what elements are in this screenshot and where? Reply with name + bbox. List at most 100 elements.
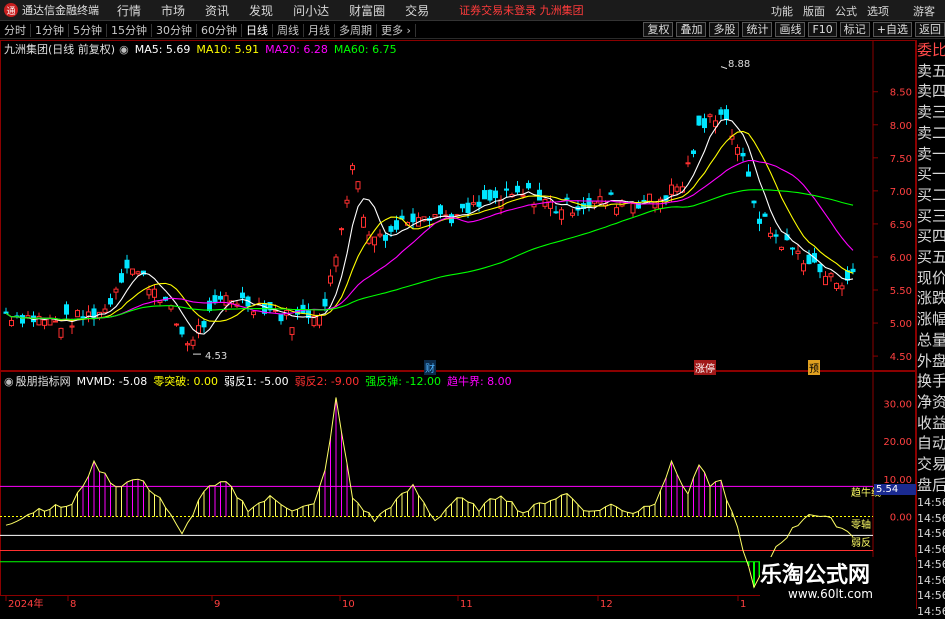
candle: [394, 220, 399, 230]
side-field-21: 盘后: [917, 475, 945, 494]
candle: [773, 234, 779, 237]
candle: [493, 190, 498, 199]
candle: [179, 326, 185, 335]
finance-marker[interactable]: 财: [424, 360, 436, 375]
high-price-label: 8.88: [728, 59, 751, 70]
candle: [691, 150, 696, 154]
side-field-10: 买五: [917, 248, 945, 267]
candle: [212, 295, 218, 304]
candle: [372, 236, 377, 246]
indicator-strong: 强反弹: -12.00: [365, 375, 441, 388]
candle: [135, 271, 141, 275]
trade-time-2: 14:56: [917, 527, 945, 541]
trade-time-3: 14:56: [917, 542, 945, 556]
stock-title[interactable]: 九洲集团(日线 前复权): [4, 41, 115, 57]
candle: [817, 263, 823, 273]
indicator-name[interactable]: 殷朋指标网: [16, 373, 71, 389]
candle: [515, 185, 520, 193]
candle: [190, 339, 196, 346]
indicator-axis-label: 0.00: [890, 513, 912, 524]
side-field-1: 卖五: [917, 61, 945, 80]
trade-time-6: 14:56: [917, 589, 945, 603]
weak-rebound-label: 弱反: [851, 538, 871, 549]
candle: [751, 200, 757, 204]
side-field-16: 换手: [917, 372, 945, 391]
candle: [669, 184, 674, 195]
price-axis-label: 5.50: [890, 286, 912, 297]
candle: [388, 226, 394, 232]
indicator-toggle-icon[interactable]: ◉: [4, 375, 14, 388]
side-field-6: 买一: [917, 165, 945, 184]
indicator-legend: ◉ 殷朋指标网 MVMD: -5.08 零突破: 0.00 弱反1: -5.00…: [4, 373, 512, 389]
watermark-title: 乐淘公式网: [760, 563, 871, 588]
side-field-14: 总量: [917, 330, 945, 349]
candle: [740, 152, 746, 157]
side-field-7: 买二: [917, 185, 945, 204]
candle: [251, 311, 256, 316]
candle: [339, 228, 344, 231]
side-field-15: 外盘: [917, 351, 945, 370]
candle: [471, 202, 476, 205]
ma5-label: MA5: 5.69: [134, 42, 191, 56]
legend-toggle-icon[interactable]: ◉: [119, 43, 129, 56]
forecast-marker[interactable]: 预: [808, 360, 820, 375]
candle: [3, 311, 9, 314]
side-field-5: 卖一: [917, 144, 945, 163]
candle: [696, 115, 702, 126]
candle: [746, 171, 751, 177]
price-axis-label: 8.50: [890, 88, 912, 99]
side-field-9: 买四: [917, 227, 945, 246]
candle: [806, 254, 812, 265]
candle: [559, 209, 564, 220]
limit-up-marker[interactable]: 涨停: [694, 360, 716, 375]
candle: [355, 181, 361, 190]
candle: [9, 319, 14, 327]
indicator-axis-label: 30.00: [883, 399, 912, 410]
candle: [25, 315, 31, 318]
date-axis-label: 12: [600, 599, 613, 609]
indicator-weak2: 弱反2: -9.00: [294, 375, 360, 388]
candle: [223, 295, 229, 306]
candle: [383, 234, 388, 241]
candle: [839, 285, 845, 290]
side-field-20: 交易: [917, 455, 945, 474]
candle: [410, 213, 416, 223]
side-field-17: 净资: [917, 392, 945, 411]
date-axis-label: 11: [460, 599, 473, 609]
indicator-weak1: 弱反1: -5.00: [223, 375, 289, 388]
candle: [80, 316, 86, 319]
candle: [652, 201, 658, 209]
candle: [630, 203, 636, 214]
side-field-11: 现价: [917, 268, 945, 287]
ma60-label: MA60: 6.75: [333, 42, 397, 56]
candle: [240, 292, 245, 299]
watermark: 乐淘公式网 www.60lt.com: [760, 557, 916, 607]
candle: [828, 273, 834, 278]
candle: [42, 319, 47, 326]
candle: [724, 109, 729, 120]
price-axis-label: 7.50: [890, 154, 912, 165]
trade-time-0: 14:56: [917, 496, 945, 510]
candle: [377, 233, 383, 237]
price-axis-label: 7.00: [890, 187, 912, 198]
price-legend: 九洲集团(日线 前复权) ◉ MA5: 5.69 MA10: 5.91 MA20…: [4, 41, 397, 57]
candle: [438, 205, 443, 215]
date-axis-label: 2024年: [8, 597, 43, 609]
trend-value-badge: 5.54: [874, 484, 916, 495]
candle: [102, 308, 108, 313]
zero-axis-label: 零轴: [851, 520, 871, 531]
candle: [432, 214, 438, 218]
candle: [520, 194, 526, 197]
kline-chart[interactable]: 8.50 8.00 7.50 7.00 6.50 6.00 5.50 5.00 4.50 30.0…: [0, 0, 945, 609]
date-axis-label: 9: [214, 599, 220, 609]
candle: [597, 196, 603, 204]
low-price-label: 4.53: [205, 351, 228, 362]
candle: [707, 114, 713, 118]
ma10-label: MA10: 5.91: [196, 42, 260, 56]
price-axis-label: 5.00: [890, 319, 912, 330]
candle: [487, 189, 493, 201]
candle: [674, 186, 680, 192]
candle: [685, 162, 691, 165]
ma20-line: [5, 159, 854, 321]
candle: [322, 298, 328, 307]
